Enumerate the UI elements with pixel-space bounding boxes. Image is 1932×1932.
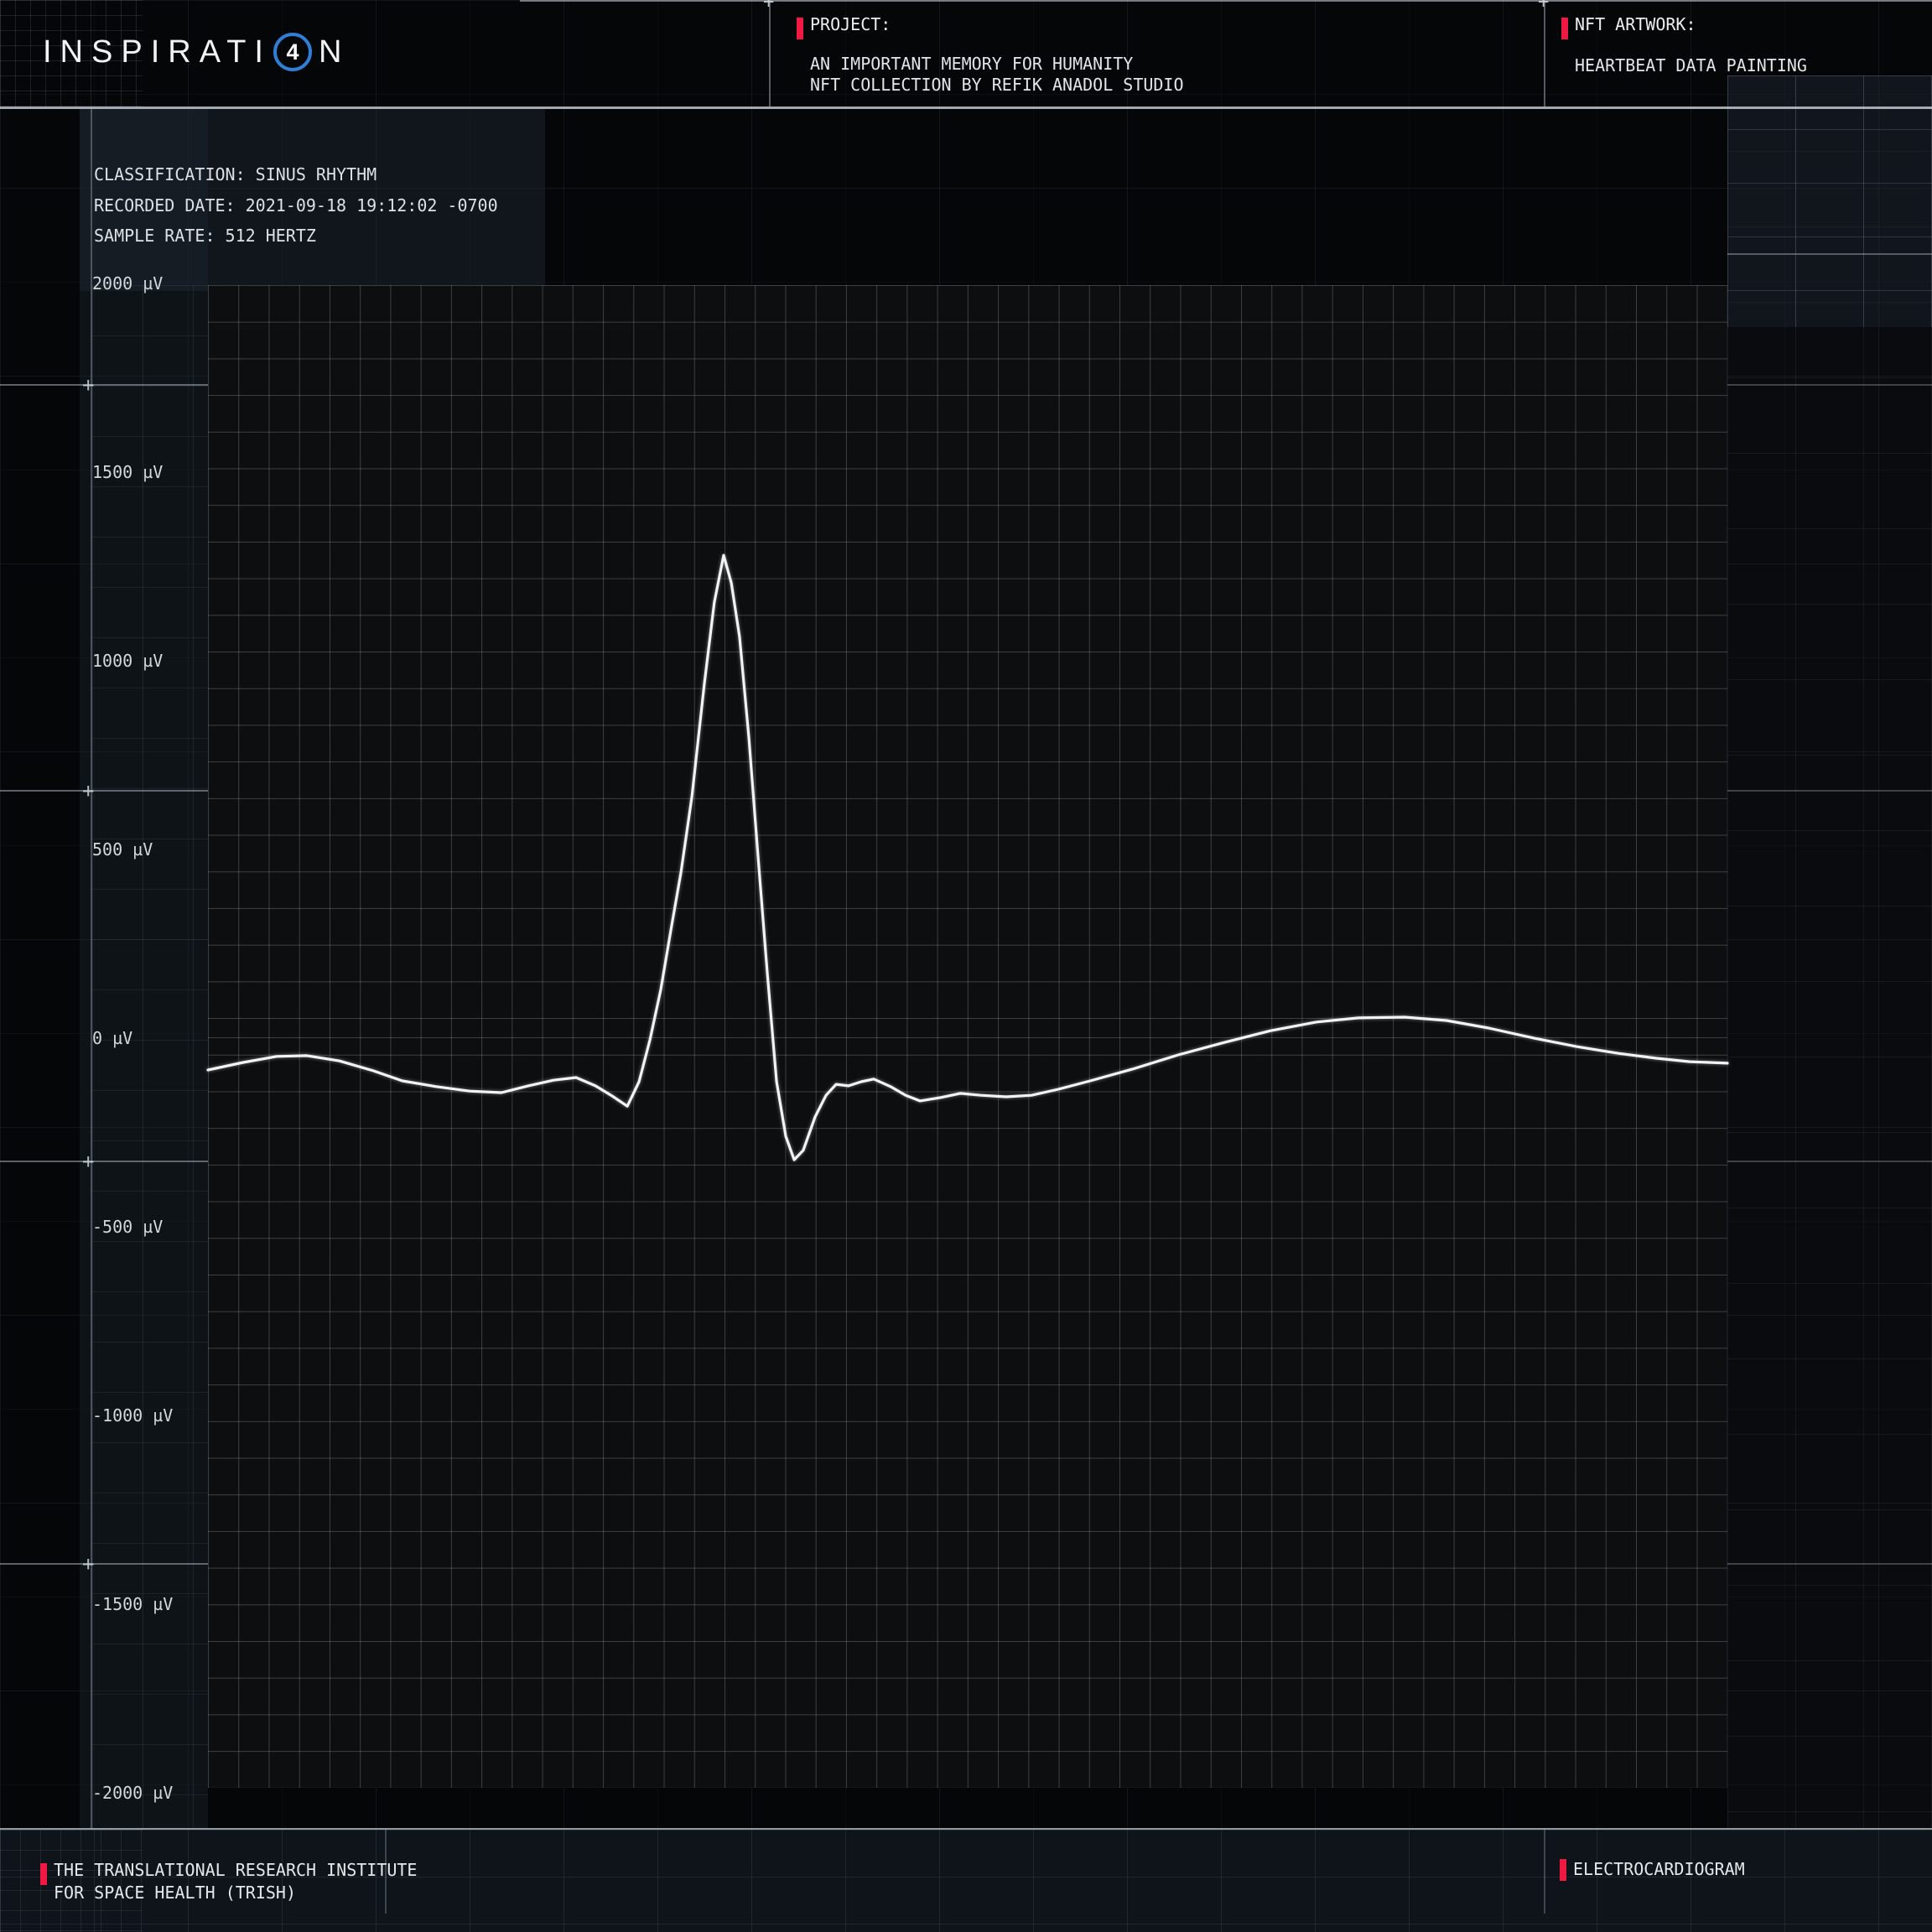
artwork-canvas: + + INSPIRATI4N PROJECT: AN IMPORTANT ME… [0, 0, 1932, 1932]
ecg-trace [208, 555, 1727, 1160]
footer-org-line1: THE TRANSLATIONAL RESEARCH INSTITUTE [54, 1859, 417, 1882]
footer-org-line2: FOR SPACE HEALTH (TRISH) [54, 1882, 417, 1904]
footer-type-label: ELECTROCARDIOGRAM [1573, 1858, 1745, 1881]
footer-left-accent-bar [40, 1863, 47, 1885]
footer-divider-line-2 [1544, 1830, 1545, 1914]
footer-right-accent-bar [1560, 1859, 1566, 1881]
ecg-trace-svg [0, 0, 1932, 1932]
footer-organization: THE TRANSLATIONAL RESEARCH INSTITUTE FOR… [54, 1859, 417, 1904]
